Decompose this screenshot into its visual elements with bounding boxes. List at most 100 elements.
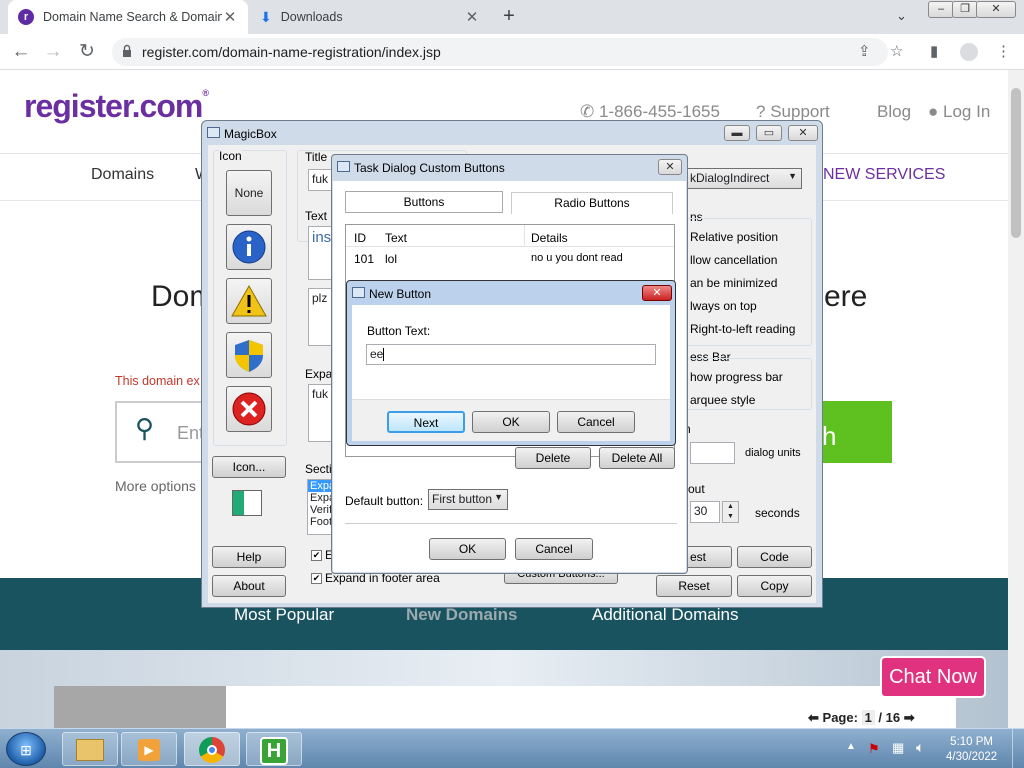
back-arrow-icon[interactable]: ← <box>10 42 32 62</box>
site-logo[interactable]: register.com® <box>24 88 209 125</box>
reload-icon[interactable]: ↻ <box>76 42 98 62</box>
icon-group-label: Icon <box>219 149 242 163</box>
icon-none-button[interactable]: None <box>226 170 272 216</box>
start-button[interactable]: ⊞ <box>6 732 46 766</box>
column-details[interactable]: Details <box>531 231 568 245</box>
tab-most-popular[interactable]: Most Popular <box>234 605 334 625</box>
next-button[interactable]: Next <box>387 411 465 433</box>
taskbar-chrome[interactable] <box>184 732 240 766</box>
about-button[interactable]: About <box>212 575 286 597</box>
scrollbar-thumb[interactable] <box>1011 88 1021 238</box>
search-placeholder: Ent <box>177 423 205 443</box>
nav-new-services[interactable]: NEW SERVICES <box>823 166 945 184</box>
option-rtl-reading[interactable]: Right-to-left reading <box>690 322 795 336</box>
share-icon[interactable]: ⇪ <box>858 42 871 60</box>
star-icon[interactable]: ☆ <box>890 42 903 60</box>
column-id[interactable]: ID <box>354 231 366 245</box>
tab-additional-domains[interactable]: Additional Domains <box>592 605 738 625</box>
taskbar-media-player[interactable]: ▶ <box>121 732 177 766</box>
tab-new-domains[interactable]: New Domains <box>406 605 517 625</box>
close-window-button[interactable]: ✕ <box>642 285 672 301</box>
close-window-button[interactable]: ✕ <box>658 159 682 175</box>
action-center-icon[interactable]: ⚑ <box>868 741 880 757</box>
search-icon: ⚲ <box>135 413 155 443</box>
option-minimized[interactable]: an be minimized <box>690 276 777 290</box>
minimize-button[interactable]: ▬ <box>724 125 750 141</box>
login-link[interactable]: ● Log In <box>928 102 990 122</box>
taskbar-magicbox[interactable]: H <box>246 732 302 766</box>
info-icon-button[interactable] <box>226 224 272 270</box>
show-desktop-button[interactable] <box>1012 729 1024 768</box>
option-show-progress[interactable]: how progress bar <box>690 370 783 384</box>
new-tab-button[interactable]: + <box>498 5 520 27</box>
profile-icon[interactable] <box>960 43 978 61</box>
tab-domain-search[interactable]: r Domain Name Search & Domain ✕ <box>8 0 248 34</box>
spinner-icon[interactable]: ▲ ▼ <box>722 501 739 523</box>
error-icon-button[interactable] <box>226 386 272 432</box>
table-row[interactable]: 101 lol no u you dont read <box>346 249 674 269</box>
more-options-link[interactable]: More options <box>115 478 196 494</box>
next-arrow-icon[interactable]: ➡ <box>904 710 915 725</box>
width-field[interactable] <box>690 442 735 464</box>
prev-arrow-icon[interactable]: ⬅ <box>808 710 819 725</box>
chevron-down-icon[interactable]: ⌄ <box>896 8 907 24</box>
function-select[interactable]: kDialogIndirect ▼ <box>686 168 802 189</box>
option-allow-cancellation[interactable]: llow cancellation <box>690 253 777 267</box>
icon-picker-button[interactable]: Icon... <box>212 456 286 478</box>
column-text[interactable]: Text <box>385 231 407 245</box>
close-window-button[interactable]: ✕ <box>976 1 1016 18</box>
option-always-on-top[interactable]: lways on top <box>690 299 757 313</box>
cancel-button[interactable]: Cancel <box>557 411 635 433</box>
dialog-preview-icon[interactable] <box>232 490 262 516</box>
network-icon[interactable]: ▦ <box>892 740 904 756</box>
code-button[interactable]: Code <box>737 546 812 568</box>
reset-button[interactable]: Reset <box>656 575 732 597</box>
tab-radio-buttons[interactable]: Radio Buttons <box>511 192 673 214</box>
close-window-button[interactable]: ✕ <box>788 125 818 141</box>
row-id: 101 <box>354 252 375 266</box>
delete-all-button[interactable]: Delete All <box>599 447 675 469</box>
dialog-units-label: dialog units <box>745 447 801 459</box>
shield-icon-button[interactable] <box>226 332 272 378</box>
show-hidden-icons-icon[interactable]: ▲ <box>846 741 856 752</box>
cancel-button[interactable]: Cancel <box>515 538 593 560</box>
delete-button[interactable]: Delete <box>515 447 591 469</box>
maximize-button[interactable]: ▭ <box>756 125 782 141</box>
forward-arrow-icon[interactable]: → <box>42 42 64 62</box>
volume-icon[interactable]: 🔈︎ <box>916 739 924 756</box>
tab-downloads[interactable]: ⬇ Downloads ✕ <box>250 0 490 34</box>
option-relative-position[interactable]: Relative position <box>690 230 778 244</box>
tab-title: Domain Name Search & Domain <box>43 10 222 24</box>
button-text-input[interactable]: ee <box>366 344 656 365</box>
phone-link[interactable]: ✆ 1-866-455-1655 <box>580 102 720 122</box>
close-icon[interactable]: ✕ <box>464 8 480 26</box>
tab-buttons[interactable]: Buttons <box>345 191 503 213</box>
checkbox-checked-icon[interactable]: ✔ <box>311 550 322 562</box>
copy-button[interactable]: Copy <box>737 575 812 597</box>
support-link[interactable]: ? Support <box>756 102 830 122</box>
taskbar-explorer[interactable] <box>62 732 118 766</box>
expand-checkbox[interactable]: ✔ E <box>311 548 333 562</box>
page-scrollbar[interactable] <box>1008 70 1024 728</box>
minimize-button[interactable]: – <box>928 1 954 18</box>
warning-icon-button[interactable] <box>226 278 272 324</box>
ok-button[interactable]: OK <box>429 538 506 560</box>
blog-link[interactable]: Blog <box>877 102 911 122</box>
nav-domains[interactable]: Domains <box>91 166 154 184</box>
checkbox-checked-icon[interactable]: ✔ <box>311 573 322 585</box>
timeout-field[interactable]: 30 <box>690 501 720 523</box>
ok-button[interactable]: OK <box>472 411 550 433</box>
address-bar[interactable]: register.com/domain-name-registration/in… <box>112 38 888 66</box>
chat-now-button[interactable]: Chat Now <box>880 656 986 698</box>
shield-icon <box>235 340 263 372</box>
restore-button[interactable]: ❐ <box>952 1 978 18</box>
option-marquee[interactable]: arquee style <box>690 393 755 407</box>
default-button-select[interactable]: First button ▼ <box>428 489 508 510</box>
lock-icon <box>123 44 131 57</box>
close-icon[interactable]: ✕ <box>222 8 238 26</box>
menu-icon[interactable]: ⋮ <box>996 42 1011 60</box>
help-button[interactable]: Help <box>212 546 286 568</box>
error-icon <box>232 392 266 426</box>
system-clock[interactable]: 5:10 PM 4/30/2022 <box>946 735 997 765</box>
side-panel-icon[interactable]: ▮ <box>930 42 938 60</box>
